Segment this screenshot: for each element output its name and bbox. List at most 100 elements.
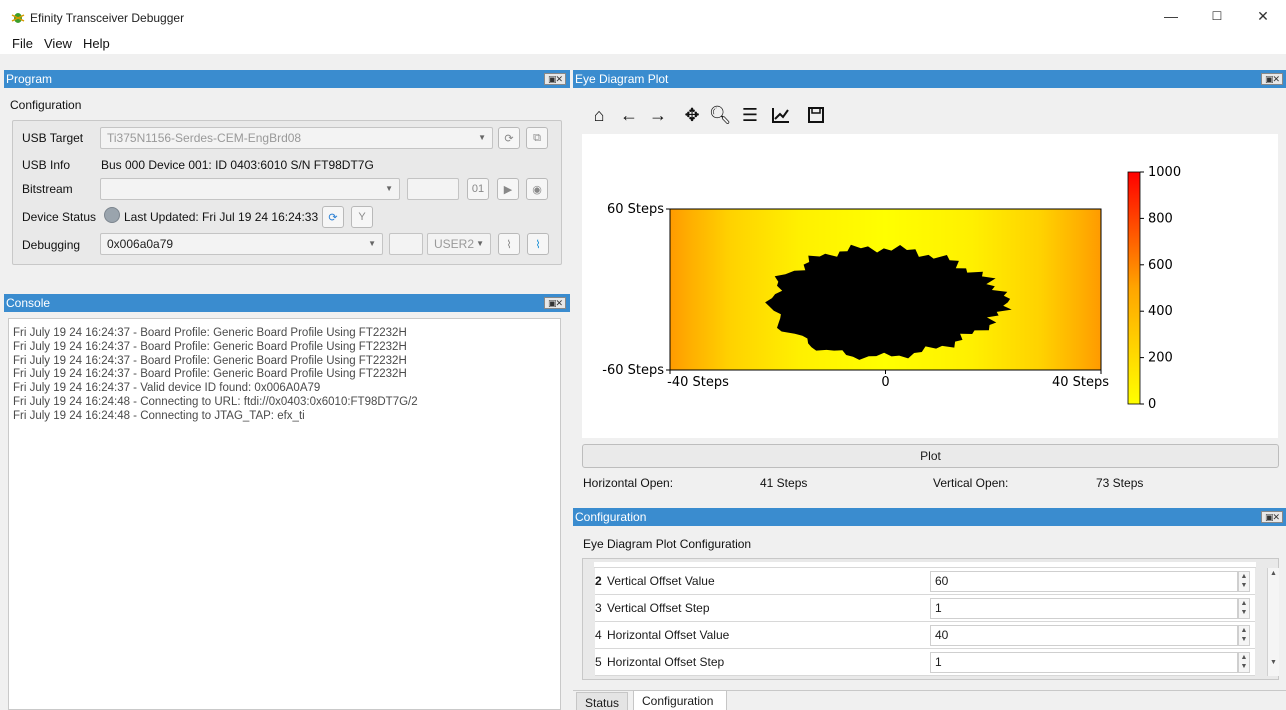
minimize-button[interactable]: — xyxy=(1148,0,1194,32)
program-panel-header: Program ▣✕ xyxy=(4,70,570,88)
row-name: Horizontal Offset Value xyxy=(607,628,730,642)
save-icon[interactable] xyxy=(805,104,827,126)
x-tick-label: 40 Steps xyxy=(1052,375,1109,390)
program-play-icon[interactable]: ▶ xyxy=(497,178,519,200)
config-group-title: Eye Diagram Plot Configuration xyxy=(583,537,752,551)
horizontal-offset-step-input[interactable]: 1 xyxy=(930,652,1238,673)
console-line: Fri July 19 24 16:24:37 - Board Profile:… xyxy=(13,340,407,353)
tab-status[interactable]: Status xyxy=(576,692,629,710)
zoom-icon[interactable]: 🔍︎ xyxy=(709,104,732,126)
row-index: 2 xyxy=(595,574,602,588)
user-select[interactable]: USER2 ▼ xyxy=(427,233,491,255)
chevron-down-icon: ▼ xyxy=(476,239,484,248)
horizontal-open-value: 41 Steps xyxy=(760,476,808,490)
probe-icon[interactable]: ⌇ xyxy=(498,233,520,255)
refresh-status-button[interactable]: ⟳ xyxy=(322,206,344,228)
colorbar-tick-label: 0 xyxy=(1148,397,1156,412)
menu-help[interactable]: Help xyxy=(83,36,110,51)
device-status-label: Device Status xyxy=(22,210,97,224)
colorbar-tick-label: 200 xyxy=(1148,351,1173,366)
eye-panel-title: Eye Diagram Plot xyxy=(575,72,669,86)
debug-empty-field[interactable] xyxy=(389,233,423,255)
y-tick-label: -60 Steps xyxy=(602,363,664,378)
row-index: 4 xyxy=(595,628,602,642)
usb-info-value: Bus 000 Device 001: ID 0403:6010 S/N FT9… xyxy=(101,158,374,172)
close-button[interactable]: ✕ xyxy=(1240,0,1286,32)
program-stop-icon[interactable]: ◉ xyxy=(526,178,548,200)
device-status-value: Last Updated: Fri Jul 19 24 16:24:33 xyxy=(124,210,319,224)
console-line: Fri July 19 24 16:24:37 - Board Profile:… xyxy=(13,354,407,367)
float-close-icon[interactable]: ▣✕ xyxy=(544,297,566,309)
colorbar-tick-label: 800 xyxy=(1148,211,1173,226)
row-index: 3 xyxy=(595,601,602,615)
spinner-icon[interactable]: ▲ ▼ xyxy=(1238,571,1250,592)
usb-target-label: USB Target xyxy=(22,131,84,145)
vertical-offset-step-input[interactable]: 1 xyxy=(930,598,1238,619)
menu-file[interactable]: File xyxy=(12,36,33,51)
spinner-icon[interactable]: ▲ ▼ xyxy=(1238,652,1250,673)
spinner-icon[interactable]: ▲ ▼ xyxy=(1238,598,1250,619)
debugging-value: 0x006a0a79 xyxy=(107,237,174,251)
vertical-offset-value-input[interactable]: 60 xyxy=(930,571,1238,592)
console-output[interactable]: Fri July 19 24 16:24:37 - Board Profile:… xyxy=(8,318,561,710)
scroll-down-icon[interactable]: ▼ xyxy=(1268,659,1279,666)
config-row: 4 Horizontal Offset Value 40 ▲ ▼ xyxy=(595,622,1255,649)
float-close-icon[interactable]: ▣✕ xyxy=(1261,511,1283,523)
back-arrow-icon[interactable]: ← xyxy=(618,104,640,126)
menu-view[interactable]: View xyxy=(44,36,72,51)
config-scrollbar[interactable]: ▲ ▼ xyxy=(1267,568,1279,676)
console-line: Fri July 19 24 16:24:48 - Connecting to … xyxy=(13,395,418,408)
spinner-icon[interactable]: ▲ ▼ xyxy=(1238,625,1250,646)
console-line: Fri July 19 24 16:24:37 - Board Profile:… xyxy=(13,368,407,381)
row-name: Vertical Offset Value xyxy=(607,574,715,588)
y-tick-label: 60 Steps xyxy=(607,202,664,217)
eye-plot-canvas[interactable]: 60 Steps -60 Steps -40 Steps 0 40 Steps 1000… xyxy=(582,134,1278,438)
colorbar: 1000 800 600 400 200 0 xyxy=(1127,165,1181,412)
toolbar-strip xyxy=(0,54,1286,68)
usb-target-select[interactable]: Ti375N1156-Serdes-CEM-EngBrd08 ▼ xyxy=(100,127,493,149)
horizontal-open-label: Horizontal Open: xyxy=(583,476,674,490)
refresh-target-button[interactable]: ⟳ xyxy=(498,127,520,149)
connect-icon[interactable]: ⧉ xyxy=(526,127,548,149)
console-line: Fri July 19 24 16:24:37 - Board Profile:… xyxy=(13,327,407,339)
user-select-value: USER2 xyxy=(434,237,475,251)
pan-icon[interactable]: ✥ xyxy=(681,104,703,126)
forward-arrow-icon[interactable]: → xyxy=(647,104,669,126)
config-row: 3 Vertical Offset Step 1 ▲ ▼ xyxy=(595,595,1255,622)
console-lines: Fri July 19 24 16:24:37 - Board Profile:… xyxy=(9,319,560,424)
subplots-icon[interactable]: ☰ xyxy=(739,104,761,126)
colorbar-tick-label: 400 xyxy=(1148,304,1173,319)
window-title: Efinity Transceiver Debugger xyxy=(30,11,185,25)
bitstream-browse-field[interactable] xyxy=(407,178,459,200)
row-name: Vertical Offset Step xyxy=(607,601,710,615)
axes-icon[interactable] xyxy=(770,104,792,126)
float-close-icon[interactable]: ▣✕ xyxy=(1261,73,1283,85)
status-indicator-icon xyxy=(104,207,120,223)
console-panel-header: Console ▣✕ xyxy=(4,294,570,312)
vertical-open-value: 73 Steps xyxy=(1096,476,1144,490)
vertical-open-label: Vertical Open: xyxy=(933,476,1009,490)
home-icon[interactable]: ⌂ xyxy=(588,104,610,126)
filter-icon[interactable]: Y xyxy=(351,206,373,228)
maximize-button[interactable]: ☐ xyxy=(1194,0,1240,32)
scroll-up-icon[interactable]: ▲ xyxy=(1268,570,1279,577)
debugging-select[interactable]: 0x006a0a79 ▼ xyxy=(100,233,383,255)
x-tick-label: -40 Steps xyxy=(667,375,729,390)
eye-diagram-chart: 60 Steps -60 Steps-40 Steps 0 40 Steps 1000… xyxy=(602,165,1181,412)
usb-info-label: USB Info xyxy=(22,158,71,172)
config-row: 2 Vertical Offset Value 60 ▲ ▼ xyxy=(595,568,1255,595)
row-name: Horizontal Offset Step xyxy=(607,655,725,669)
colorbar-tick-label: 600 xyxy=(1148,258,1173,273)
probe-active-icon[interactable]: ⌇ xyxy=(527,233,549,255)
bitstream-select[interactable]: ▼ xyxy=(100,178,400,200)
tab-configuration[interactable]: Configuration xyxy=(633,690,727,710)
binary-file-icon[interactable]: 01 xyxy=(467,178,489,200)
x-tick-label: 0 xyxy=(881,375,889,390)
plot-button[interactable]: Plot xyxy=(582,444,1279,468)
console-line: Fri July 19 24 16:24:37 - Valid device I… xyxy=(13,382,321,395)
horizontal-offset-value-input[interactable]: 40 xyxy=(930,625,1238,646)
config-row: 5 Horizontal Offset Step 1 ▲ ▼ xyxy=(595,649,1255,676)
float-close-icon[interactable]: ▣✕ xyxy=(544,73,566,85)
usb-target-value: Ti375N1156-Serdes-CEM-EngBrd08 xyxy=(107,131,302,145)
colorbar-tick-label: 1000 xyxy=(1148,165,1181,180)
